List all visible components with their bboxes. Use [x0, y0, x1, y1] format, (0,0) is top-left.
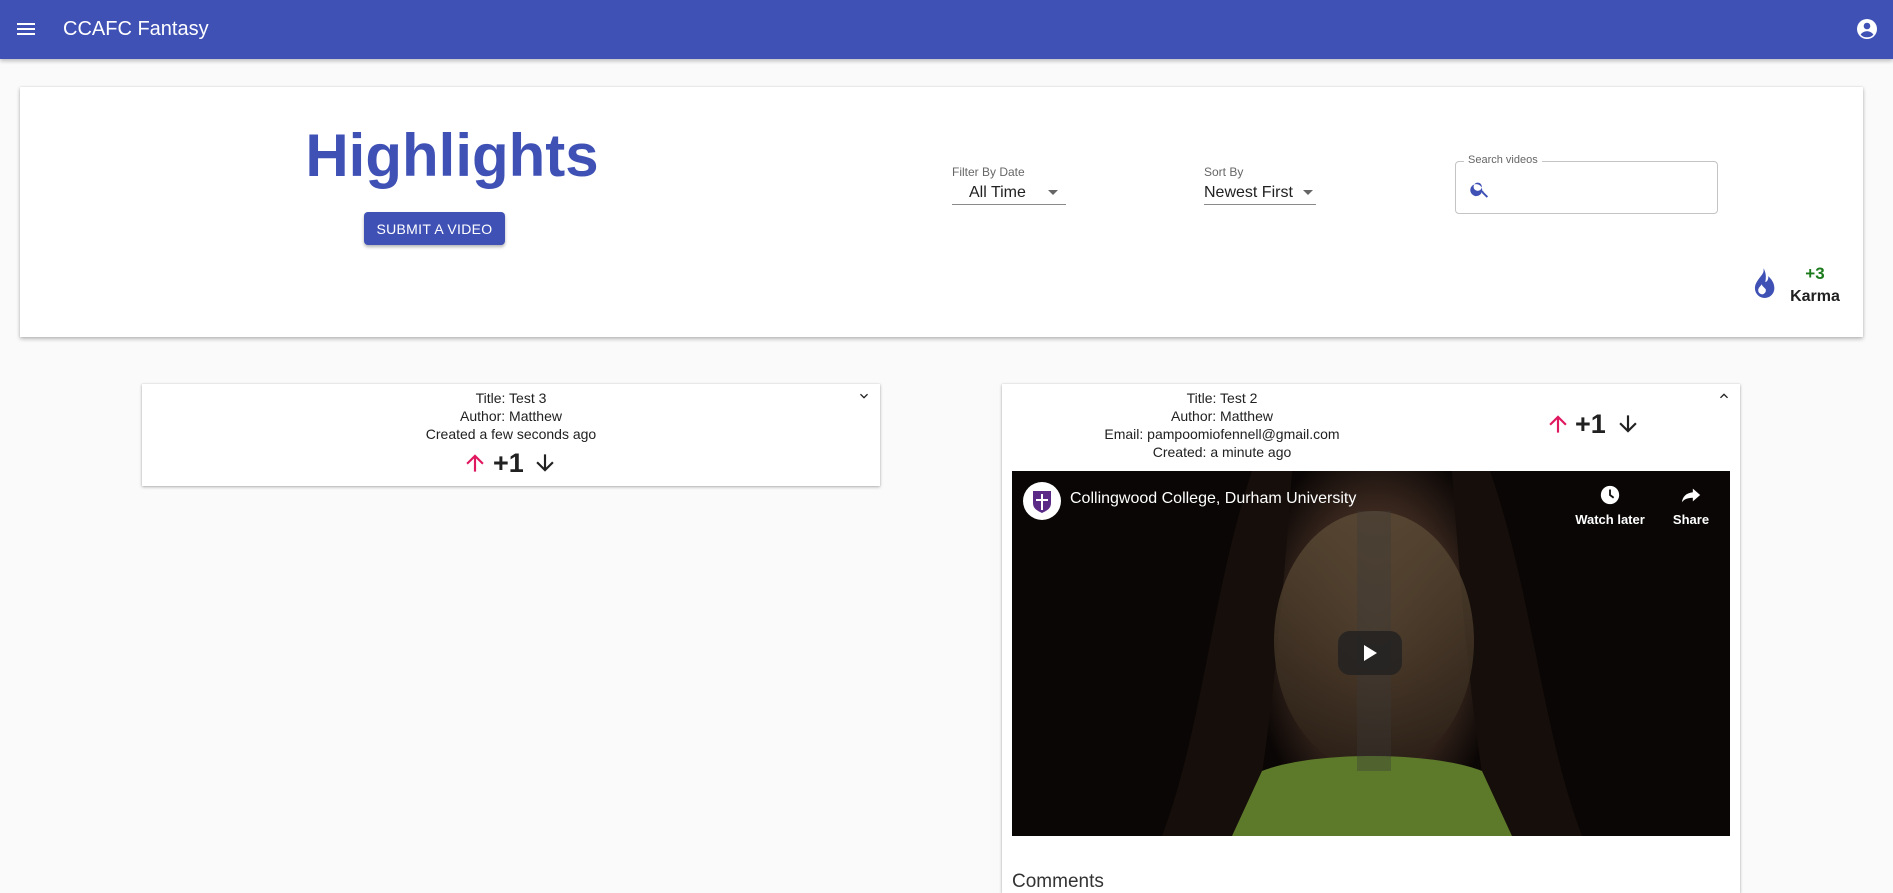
video-author: Author: Matthew: [460, 408, 562, 424]
vote-controls: +1: [462, 446, 562, 478]
flame-icon: [1754, 268, 1775, 298]
sort-by-select[interactable]: Sort By Newest First: [1204, 165, 1316, 207]
clock-icon: [1600, 485, 1620, 505]
chevron-down-icon: [1303, 190, 1313, 195]
account-circle-icon[interactable]: [1855, 17, 1879, 41]
video-author: Author: Matthew: [1171, 408, 1273, 424]
search-icon: [1470, 182, 1489, 198]
video-title: Title: Test 2: [1186, 390, 1258, 406]
select-underline: [952, 204, 1066, 205]
app-bar: CCAFC Fantasy: [0, 0, 1893, 59]
video-created: Created: a minute ago: [1152, 444, 1292, 460]
vote-controls: +1: [1545, 407, 1645, 439]
share-icon: [1681, 488, 1701, 503]
arrow-upward-icon[interactable]: [462, 449, 488, 477]
arrow-downward-icon[interactable]: [532, 449, 558, 477]
video-created: Created a few seconds ago: [425, 426, 597, 442]
sort-by-label: Sort By: [1204, 165, 1244, 179]
video-email: Email: pampoomiofennell@gmail.com: [1104, 426, 1340, 442]
watch-later-button[interactable]: Watch later: [1570, 484, 1650, 527]
chevron-up-icon[interactable]: [1716, 388, 1732, 404]
vote-score: +1: [493, 448, 524, 478]
play-icon[interactable]: [1338, 631, 1402, 675]
vote-score: +1: [1575, 409, 1606, 439]
video-channel-title[interactable]: Collingwood College, Durham University: [1070, 490, 1356, 508]
filter-by-date-select[interactable]: Filter By Date All Time: [952, 165, 1066, 207]
channel-logo-icon[interactable]: [1023, 482, 1061, 520]
video-title: Title: Test 3: [475, 390, 547, 406]
karma-value: +3: [1805, 264, 1825, 283]
video-player[interactable]: Collingwood College, Durham University W…: [1012, 471, 1730, 836]
watch-later-label: Watch later: [1575, 512, 1645, 527]
share-label: Share: [1672, 512, 1710, 527]
page-title: Highlights: [305, 122, 599, 189]
highlights-header-card: Highlights SUBMIT A VIDEO Filter By Date…: [20, 87, 1863, 337]
search-field: Search videos: [1455, 154, 1718, 214]
search-label: Search videos: [1464, 154, 1542, 166]
karma-label: Karma: [1790, 288, 1840, 305]
video-card: Title: Test 2 Author: Matthew Email: pam…: [1002, 384, 1740, 893]
chevron-down-icon: [1048, 190, 1058, 195]
chevron-down-icon[interactable]: [856, 388, 872, 404]
arrow-upward-icon[interactable]: [1545, 410, 1571, 438]
sort-by-value: Newest First: [1204, 184, 1293, 201]
submit-video-button[interactable]: SUBMIT A VIDEO: [364, 212, 505, 245]
arrow-downward-icon[interactable]: [1615, 410, 1641, 438]
select-underline: [1204, 204, 1316, 205]
filter-by-date-value: All Time: [969, 184, 1026, 201]
app-title: CCAFC Fantasy: [63, 18, 209, 40]
share-button[interactable]: Share: [1652, 484, 1730, 527]
search-input[interactable]: [1498, 172, 1708, 204]
menu-icon[interactable]: [14, 17, 38, 41]
filter-by-date-label: Filter By Date: [952, 165, 1025, 179]
video-card: Title: Test 3 Author: Matthew Created a …: [142, 384, 880, 486]
comments-heading: Comments: [1012, 871, 1104, 892]
